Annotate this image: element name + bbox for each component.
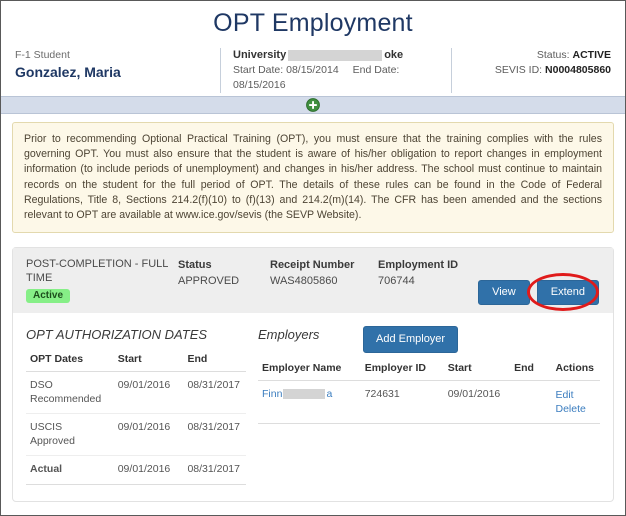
employment-status-label: Status	[178, 259, 212, 272]
plus-circle-icon[interactable]	[306, 98, 320, 112]
status-line: Status: ACTIVE	[462, 48, 611, 63]
employment-type-col: POST-COMPLETION - FULL TIME Active	[26, 258, 178, 304]
employer-name-prefix: Finn	[262, 388, 283, 401]
university-name: University oke	[233, 48, 451, 63]
auth-dates-title: OPT AUTHORIZATION DATES	[26, 327, 208, 343]
auth-row-label-line1: DSO	[30, 379, 53, 392]
auth-row-end: 08/31/2017	[183, 371, 246, 415]
add-employer-button[interactable]: Add Employer	[363, 326, 459, 354]
sevis-line: SEVIS ID: N0004805860	[462, 63, 611, 78]
employment-status-value: APPROVED	[178, 275, 240, 288]
table-row: USCIS Approved 09/01/2016 08/31/2017	[26, 413, 246, 457]
status-badge: Active	[26, 289, 71, 304]
student-name: Gonzalez, Maria	[15, 64, 121, 80]
employers-section: Employers Add Employer Employer Name Emp…	[258, 326, 600, 485]
student-identity: F-1 Student Gonzalez, Maria	[15, 48, 220, 93]
emp-col-id: Employer ID	[360, 359, 444, 382]
student-header: F-1 Student Gonzalez, Maria University o…	[1, 44, 625, 96]
receipt-number-col: Receipt Number WAS4805860	[270, 258, 378, 303]
receipt-number-value: WAS4805860	[270, 275, 338, 288]
auth-dates-section: OPT AUTHORIZATION DATES OPT Dates Start …	[26, 327, 258, 485]
receipt-number-label: Receipt Number	[270, 259, 355, 272]
employment-type-line2: TIME	[26, 271, 53, 284]
status-label: Status:	[536, 49, 570, 61]
sevis-id-value: N0004805860	[545, 64, 611, 76]
employer-actions-cell: Edit Delete	[551, 380, 600, 425]
emp-col-name: Employer Name	[258, 359, 361, 382]
emp-col-end: End	[510, 359, 552, 382]
status-value: ACTIVE	[572, 49, 611, 61]
table-row: Actual 09/01/2016 08/31/2017	[26, 455, 246, 485]
school-info: University oke Start Date: 08/15/2014 End…	[220, 48, 451, 93]
table-row: DSO Recommended 09/01/2016 08/31/2017	[26, 371, 246, 415]
employer-name-link[interactable]: Finn a	[262, 388, 332, 400]
auth-row-label: DSO Recommended	[26, 371, 114, 415]
auth-col-dates: OPT Dates	[26, 350, 114, 373]
opt-notice-box: Prior to recommending Optional Practical…	[12, 122, 614, 234]
record-status: Status: ACTIVE SEVIS ID: N0004805860	[451, 48, 611, 93]
page-root: OPT Employment F-1 Student Gonzalez, Mar…	[1, 1, 625, 515]
view-button[interactable]: View	[478, 280, 530, 306]
auth-row-label-line2: Recommended	[30, 392, 102, 405]
auth-row-end: 08/31/2017	[183, 455, 246, 485]
program-dates: Start Date: 08/15/2014 End Date: 08/15/20…	[233, 63, 451, 93]
auth-col-end: End	[183, 350, 246, 373]
university-prefix: University	[233, 49, 287, 61]
expand-bar[interactable]	[1, 96, 625, 114]
employment-card-body: OPT AUTHORIZATION DATES OPT Dates Start …	[13, 313, 613, 501]
employment-card: POST-COMPLETION - FULL TIME Active Statu…	[12, 247, 614, 502]
employment-status-col: Status APPROVED	[178, 258, 270, 303]
emp-col-start: Start	[443, 359, 511, 382]
auth-dates-table: OPT Dates Start End DSO Recommended 09/0…	[26, 350, 246, 485]
footer-actions: Return Print I-20	[1, 502, 625, 515]
delete-employer-link[interactable]: Delete	[555, 402, 594, 416]
employer-name-suffix: a	[326, 388, 333, 401]
visa-type-label: F-1 Student	[15, 49, 70, 61]
emp-col-actions: Actions	[551, 359, 600, 382]
extend-button-wrapper: Extend	[526, 273, 599, 312]
employer-id-cell: 724631	[360, 380, 444, 425]
edit-employer-link[interactable]: Edit	[555, 388, 594, 402]
auth-row-start: 09/01/2016	[113, 371, 184, 415]
redaction-block	[288, 50, 383, 61]
employers-header-row: Employer Name Employer ID Start End Acti…	[258, 359, 600, 382]
extend-button[interactable]: Extend	[536, 280, 599, 306]
page-title: OPT Employment	[213, 9, 413, 37]
program-start-date: Start Date: 08/15/2014	[233, 64, 339, 76]
employment-summary-header: POST-COMPLETION - FULL TIME Active Statu…	[13, 248, 613, 314]
auth-row-label-line2: Approved	[30, 434, 75, 447]
employer-end-cell	[510, 380, 552, 425]
auth-row-start: 09/01/2016	[113, 413, 184, 457]
auth-row-start: 09/01/2016	[113, 455, 184, 485]
employer-name-cell: Finn a	[258, 380, 361, 425]
screenshot-frame: OPT Employment F-1 Student Gonzalez, Mar…	[0, 0, 626, 516]
auth-row-label-line1: USCIS	[30, 421, 63, 434]
employment-id-label: Employment ID	[378, 259, 459, 272]
sevis-id-label: SEVIS ID:	[494, 64, 543, 76]
table-row: Finn a 724631 09/01/2016 Edit Delete	[258, 380, 600, 425]
employment-type-line1: POST-COMPLETION - FULL	[26, 258, 169, 271]
auth-dates-header-row: OPT Dates Start End	[26, 350, 246, 373]
auth-row-end: 08/31/2017	[183, 413, 246, 457]
auth-row-label: Actual	[26, 455, 114, 485]
auth-row-label: USCIS Approved	[26, 413, 114, 457]
employers-table: Employer Name Employer ID Start End Acti…	[258, 359, 600, 425]
employment-actions: View Extend	[478, 273, 599, 312]
auth-col-start: Start	[113, 350, 184, 373]
university-suffix: oke	[384, 49, 404, 61]
redaction-block	[283, 389, 326, 400]
employer-start-cell: 09/01/2016	[443, 380, 511, 425]
